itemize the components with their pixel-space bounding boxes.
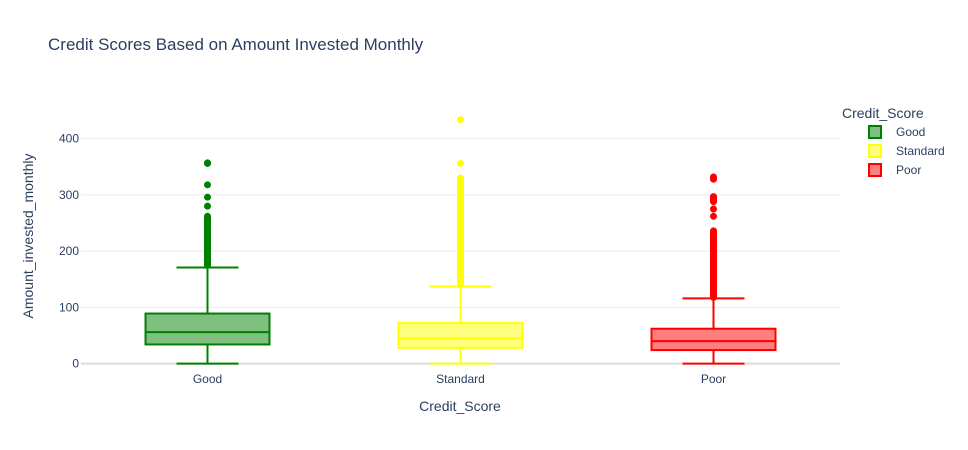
outlier-point	[204, 212, 211, 220]
outlier-point	[710, 212, 717, 220]
legend-item-poor: Poor	[868, 163, 921, 177]
outlier-point	[204, 193, 211, 201]
outlier-point	[710, 193, 717, 201]
legend-item-good: Good	[868, 125, 925, 139]
outlier-point	[710, 173, 717, 181]
legend-swatch	[868, 125, 882, 139]
outlier-point	[457, 174, 464, 182]
y-axis-ticks: 0 100 200 300 400	[59, 132, 79, 371]
x-tick-label: Standard	[436, 372, 485, 386]
legend-label: Good	[896, 125, 925, 139]
x-tick-label: Poor	[701, 372, 726, 386]
legend-swatch	[868, 163, 882, 177]
chart-title: Credit Scores Based on Amount Invested M…	[48, 35, 424, 54]
legend-label: Poor	[896, 163, 921, 177]
y-axis-title: Amount_invested_monthly	[20, 154, 36, 319]
y-tick-label: 0	[72, 357, 79, 371]
legend-item-standard: Standard	[868, 144, 945, 158]
outlier-point	[710, 227, 717, 235]
box-trace-good	[144, 159, 271, 365]
legend-title: Credit_Score	[842, 105, 924, 121]
x-axis-ticks: Good Standard Poor	[193, 372, 726, 386]
y-tick-label: 100	[59, 300, 79, 314]
iqr-box	[144, 312, 271, 346]
outlier-point	[457, 159, 464, 167]
y-tick-label: 400	[59, 132, 79, 146]
outlier-point	[204, 159, 211, 167]
outlier-point	[204, 181, 211, 189]
iqr-box	[397, 322, 524, 349]
outlier-point	[457, 116, 464, 124]
legend: Credit_Score Good Standard Poor	[842, 105, 945, 177]
outlier-point	[204, 202, 211, 210]
y-tick-label: 200	[59, 244, 79, 258]
y-tick-label: 300	[59, 188, 79, 202]
box-trace-poor	[650, 173, 777, 365]
outlier-point	[710, 205, 717, 213]
legend-label: Standard	[896, 144, 945, 158]
x-axis-title: Credit_Score	[419, 398, 501, 414]
x-tick-label: Good	[193, 372, 222, 386]
box-plot-chart: Credit Scores Based on Amount Invested M…	[20, 35, 945, 414]
box-trace-standard	[397, 116, 524, 365]
iqr-box	[650, 327, 777, 352]
legend-swatch	[868, 144, 882, 158]
box-traces	[144, 116, 777, 365]
